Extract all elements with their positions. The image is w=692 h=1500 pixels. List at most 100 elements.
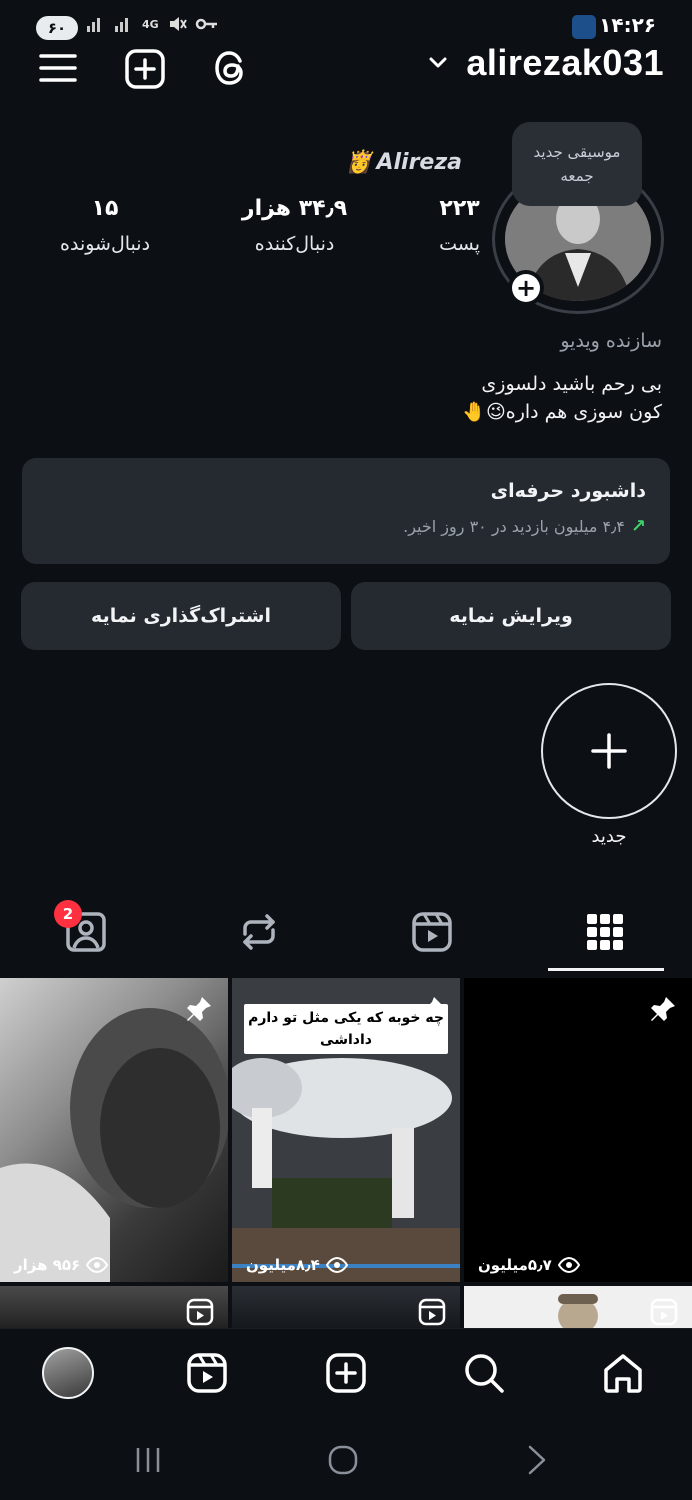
stat-following-label: دنبال‌شونده <box>60 233 151 255</box>
chevron-down-icon <box>429 57 447 68</box>
username: alirezak031 <box>466 42 664 83</box>
bio-line-1: بی رحم باشید دلسوزی <box>481 373 662 395</box>
note-line-2: جمعه <box>560 167 594 185</box>
note-line-1: موسیقی جدید <box>533 143 621 161</box>
tab-reels[interactable] <box>346 890 518 974</box>
pinned-icon <box>651 997 675 1021</box>
battery-indicator: ۶۰ <box>36 16 78 40</box>
new-highlight-label: جدید <box>591 826 627 847</box>
nav-create[interactable] <box>316 1343 376 1403</box>
nav-home[interactable] <box>593 1343 653 1403</box>
content-tabs <box>0 890 692 974</box>
profile-header: alirezak031 <box>0 40 692 96</box>
repost-icon <box>243 914 275 950</box>
stat-followers-value: ۳۴٫۹ هزار <box>241 196 348 221</box>
tab-tagged[interactable] <box>0 890 172 974</box>
nav-avatar <box>42 1347 94 1399</box>
nav-profile[interactable] <box>38 1343 98 1403</box>
professional-dashboard[interactable]: داشبورد حرفه‌ای ↗ ۴٫۴ میلیون بازدید در ۳… <box>22 458 670 564</box>
create-button[interactable] <box>124 48 165 89</box>
plus-icon: + <box>512 274 540 302</box>
nav-reels[interactable] <box>177 1343 237 1403</box>
post-thumbnail[interactable] <box>232 1286 460 1328</box>
stat-posts[interactable]: ۲۲۳ پست <box>439 196 480 286</box>
post-caption: چه خوبه که یکی مثل تو دارم داداشی <box>244 1004 448 1054</box>
new-highlight-button[interactable] <box>541 683 677 819</box>
edit-profile-button[interactable]: ویرایش نمایه <box>351 582 671 650</box>
app-notification-icon <box>572 15 596 39</box>
menu-button[interactable] <box>38 48 78 88</box>
post-thumbnail[interactable] <box>464 1286 692 1328</box>
threads-icon <box>215 51 243 85</box>
display-name-text: Alireza <box>376 150 462 175</box>
eye-icon <box>325 1257 348 1273</box>
view-count: ۵٫۷میلیون <box>478 1256 580 1274</box>
clock: ۱۴:۲۶ <box>599 13 656 37</box>
vpn-key-icon <box>195 18 217 30</box>
reels-icon <box>187 1353 227 1393</box>
tab-reposts[interactable] <box>173 890 345 974</box>
caption-line-2: داداشی <box>320 1032 372 1048</box>
view-count: ۸٫۴میلیون <box>246 1256 348 1274</box>
account-switcher[interactable]: alirezak031 <box>428 42 664 84</box>
view-count: ۹۵۶ هزار <box>14 1256 109 1274</box>
bottom-navigation <box>0 1328 692 1420</box>
stat-followers-label: دنبال‌کننده <box>254 233 335 255</box>
profile-stats: ۲۲۳ پست ۳۴٫۹ هزار دنبال‌کننده ۱۵ دنبال‌ش… <box>60 196 480 286</box>
back-button[interactable] <box>506 1440 566 1480</box>
posts-grid: ۹۵۶ هزار چه خوبه که یکی مثل تو دارم دادا… <box>0 978 692 1328</box>
add-story-button[interactable]: + <box>508 270 544 306</box>
reel-indicator-icon <box>186 1298 214 1326</box>
stat-followers[interactable]: ۳۴٫۹ هزار دنبال‌کننده <box>242 196 347 286</box>
home-circle-icon <box>328 1445 358 1475</box>
grid-icon <box>587 914 623 950</box>
bio-line-2: کون سوزی هم داره😉🤚 <box>462 401 662 423</box>
mute-icon <box>169 17 187 31</box>
hamburger-menu-icon <box>39 54 77 82</box>
stat-following[interactable]: ۱۵ دنبال‌شونده <box>60 196 150 286</box>
eye-icon <box>557 1257 580 1273</box>
recents-icon <box>136 1448 160 1472</box>
recents-button[interactable] <box>118 1440 178 1480</box>
home-system-button[interactable] <box>313 1440 373 1480</box>
stat-posts-label: پست <box>439 233 480 255</box>
reel-indicator-icon <box>418 1298 446 1326</box>
note-bubble[interactable]: موسیقی جدید جمعه <box>512 122 642 206</box>
search-icon <box>465 1354 504 1393</box>
view-count-text: ۹۵۶ هزار <box>14 1256 81 1274</box>
signal-icons: 4G <box>86 14 219 34</box>
chevron-right-icon <box>528 1445 546 1475</box>
dashboard-title: داشبورد حرفه‌ای <box>490 480 646 502</box>
crown-emoji: 👸 <box>345 150 373 175</box>
display-name: 👸 Alireza <box>345 150 462 175</box>
system-navigation-bar <box>0 1420 692 1500</box>
nav-search[interactable] <box>454 1343 514 1403</box>
post-thumbnail[interactable]: ۵٫۷میلیون <box>464 978 692 1282</box>
add-square-icon <box>125 49 165 89</box>
threads-button[interactable] <box>212 48 252 88</box>
share-profile-button[interactable]: اشتراک‌گذاری نمایه <box>21 582 341 650</box>
post-thumbnail[interactable] <box>0 1286 228 1328</box>
pinned-icon <box>187 997 211 1021</box>
signal-strength-icon <box>87 18 100 32</box>
dashboard-subtitle-text: ۴٫۴ میلیون بازدید در ۳۰ روز اخیر. <box>403 517 625 536</box>
profile-bio: بی رحم باشید دلسوزی کون سوزی هم داره😉🤚 <box>462 370 662 426</box>
network-type-label: 4G <box>142 17 159 31</box>
eye-icon <box>86 1257 109 1273</box>
reel-indicator-icon <box>650 1298 678 1326</box>
home-icon <box>604 1354 642 1393</box>
plus-icon <box>591 733 627 769</box>
view-count-text: ۵٫۷میلیون <box>478 1256 552 1274</box>
trend-up-icon: ↗ <box>630 516 646 537</box>
stat-following-value: ۱۵ <box>91 196 119 221</box>
add-square-icon <box>326 1353 366 1393</box>
signal-strength-icon-2 <box>115 18 128 32</box>
reels-icon <box>412 912 452 952</box>
dashboard-subtitle: ↗ ۴٫۴ میلیون بازدید در ۳۰ روز اخیر. <box>46 516 646 537</box>
post-thumbnail[interactable]: ۹۵۶ هزار <box>0 978 228 1282</box>
stat-posts-value: ۲۲۳ <box>439 196 480 221</box>
post-thumbnail[interactable]: چه خوبه که یکی مثل تو دارم داداشی ۸٫۴میل… <box>232 978 460 1282</box>
caption-line-1: چه خوبه که یکی مثل تو دارم <box>248 1010 444 1026</box>
tab-posts-grid[interactable] <box>519 890 691 974</box>
profile-category: سازنده ویدیو <box>560 330 662 352</box>
